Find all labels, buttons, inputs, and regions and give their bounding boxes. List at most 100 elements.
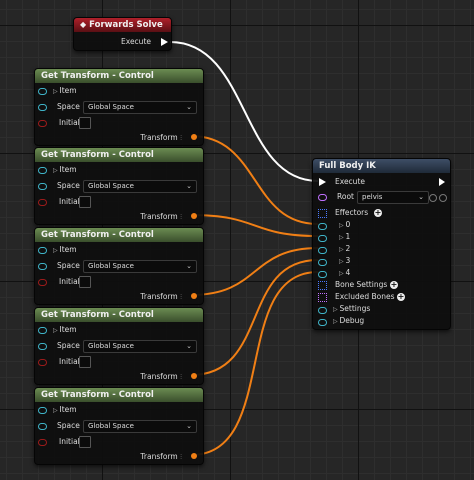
space-dropdown[interactable]: Global Space ⌄ bbox=[83, 340, 197, 353]
full-body-ik-title[interactable]: Full Body IK bbox=[313, 159, 450, 173]
transform-output-pin[interactable] bbox=[191, 453, 197, 459]
effector-4-pin[interactable] bbox=[318, 271, 327, 278]
transform-output-pin[interactable] bbox=[191, 293, 197, 299]
bone-settings-label: Bone Settings bbox=[335, 280, 388, 289]
execute-input-pin[interactable] bbox=[319, 178, 326, 186]
initial-pin[interactable] bbox=[38, 199, 47, 206]
space-dropdown[interactable]: Global Space ⌄ bbox=[83, 180, 197, 193]
effector-1-pin[interactable] bbox=[318, 235, 327, 242]
node-title[interactable]: Get Transform - Control bbox=[35, 69, 203, 83]
initial-label: Initial bbox=[59, 118, 80, 127]
get-transform-node-1[interactable]: Get Transform - Control ▷ Item Space Glo… bbox=[34, 147, 204, 225]
transform-label: Transform ⫶ bbox=[140, 212, 182, 221]
effector-4-label: ▷ 4 bbox=[339, 268, 351, 277]
search-icon[interactable] bbox=[439, 194, 447, 202]
root-label: Root bbox=[337, 192, 354, 201]
item-pin[interactable] bbox=[38, 88, 47, 95]
space-pin[interactable] bbox=[38, 423, 47, 430]
initial-label: Initial bbox=[59, 197, 80, 206]
chevron-down-icon: ⌄ bbox=[186, 262, 192, 270]
node-title[interactable]: Get Transform - Control bbox=[35, 228, 203, 242]
transform-wire-3 bbox=[190, 259, 319, 376]
execute-output-pin[interactable] bbox=[439, 178, 445, 186]
execute-output-pin[interactable] bbox=[161, 38, 168, 46]
chevron-down-icon: ⌄ bbox=[186, 103, 192, 111]
effectors-label: Effectors bbox=[335, 208, 369, 217]
full-body-ik-node[interactable]: Full Body IK Execute Root pelvis ⌄ Effect… bbox=[312, 158, 451, 330]
initial-label: Initial bbox=[59, 357, 80, 366]
execute-label: Execute bbox=[335, 177, 365, 186]
effector-2-pin[interactable] bbox=[318, 247, 327, 254]
add-bone-setting-button[interactable]: + bbox=[390, 281, 398, 289]
item-label: ▷ Item bbox=[53, 325, 77, 334]
initial-pin[interactable] bbox=[38, 439, 47, 446]
initial-checkbox[interactable] bbox=[79, 356, 91, 368]
effector-0-pin[interactable] bbox=[318, 223, 327, 230]
space-pin[interactable] bbox=[38, 183, 47, 190]
settings-label: ▷ Settings bbox=[333, 304, 371, 313]
get-transform-node-3[interactable]: Get Transform - Control ▷ Item Space Glo… bbox=[34, 307, 204, 385]
item-pin[interactable] bbox=[38, 167, 47, 174]
initial-checkbox[interactable] bbox=[79, 117, 91, 129]
transform-label: Transform ⫶ bbox=[140, 292, 182, 301]
space-label: Space bbox=[57, 102, 80, 111]
root-dropdown[interactable]: pelvis ⌄ bbox=[357, 191, 429, 204]
item-label: ▷ Item bbox=[53, 86, 77, 95]
get-transform-node-0[interactable]: Get Transform - Control ▷ Item Space Glo… bbox=[34, 68, 204, 146]
space-label: Space bbox=[57, 181, 80, 190]
space-pin[interactable] bbox=[38, 263, 47, 270]
get-transform-node-2[interactable]: Get Transform - Control ▷ Item Space Glo… bbox=[34, 227, 204, 305]
initial-pin[interactable] bbox=[38, 359, 47, 366]
effector-2-label: ▷ 2 bbox=[339, 244, 351, 253]
space-dropdown[interactable]: Global Space ⌄ bbox=[83, 101, 197, 114]
space-label: Space bbox=[57, 261, 80, 270]
item-label: ▷ Item bbox=[53, 165, 77, 174]
bone-settings-array-icon[interactable] bbox=[318, 281, 327, 290]
transform-output-pin[interactable] bbox=[191, 213, 197, 219]
initial-checkbox[interactable] bbox=[79, 196, 91, 208]
transform-wire-1 bbox=[190, 214, 319, 237]
browse-icon[interactable] bbox=[429, 194, 437, 202]
space-dropdown[interactable]: Global Space ⌄ bbox=[83, 420, 197, 433]
node-title[interactable]: Get Transform - Control bbox=[35, 148, 203, 162]
space-pin[interactable] bbox=[38, 343, 47, 350]
settings-pin[interactable] bbox=[318, 307, 327, 314]
execute-label: Execute bbox=[121, 37, 151, 46]
transform-label: Transform ⫶ bbox=[140, 372, 182, 381]
chevron-down-icon: ⌄ bbox=[186, 342, 192, 350]
diamond-icon: ◆ bbox=[80, 20, 87, 29]
add-excluded-bone-button[interactable]: + bbox=[397, 293, 405, 301]
forwards-solve-title: Forwards Solve bbox=[89, 20, 163, 30]
item-pin[interactable] bbox=[38, 327, 47, 334]
debug-pin[interactable] bbox=[318, 319, 327, 326]
excluded-bones-array-icon[interactable] bbox=[318, 293, 327, 302]
item-label: ▷ Item bbox=[53, 245, 77, 254]
node-title[interactable]: Get Transform - Control bbox=[35, 388, 203, 402]
item-label: ▷ Item bbox=[53, 405, 77, 414]
forwards-solve-header[interactable]: ◆ Forwards Solve bbox=[74, 18, 171, 32]
transform-label: Transform ⫶ bbox=[140, 452, 182, 461]
initial-label: Initial bbox=[59, 437, 80, 446]
item-pin[interactable] bbox=[38, 247, 47, 254]
effectors-array-icon[interactable] bbox=[318, 209, 327, 218]
get-transform-node-4[interactable]: Get Transform - Control ▷ Item Space Glo… bbox=[34, 387, 204, 465]
add-effector-button[interactable]: + bbox=[374, 209, 382, 217]
excluded-bones-label: Excluded Bones bbox=[335, 292, 395, 301]
chevron-down-icon: ⌄ bbox=[418, 193, 424, 201]
initial-checkbox[interactable] bbox=[79, 276, 91, 288]
effector-0-label: ▷ 0 bbox=[339, 220, 351, 229]
node-title[interactable]: Get Transform - Control bbox=[35, 308, 203, 322]
root-pin[interactable] bbox=[318, 194, 327, 201]
space-dropdown[interactable]: Global Space ⌄ bbox=[83, 260, 197, 273]
initial-checkbox[interactable] bbox=[79, 436, 91, 448]
forwards-solve-node[interactable]: ◆ Forwards Solve Execute bbox=[73, 17, 172, 51]
effector-3-label: ▷ 3 bbox=[339, 256, 351, 265]
effector-3-pin[interactable] bbox=[318, 259, 327, 266]
initial-pin[interactable] bbox=[38, 279, 47, 286]
initial-pin[interactable] bbox=[38, 120, 47, 127]
transform-output-pin[interactable] bbox=[191, 373, 197, 379]
transform-output-pin[interactable] bbox=[191, 134, 197, 140]
space-pin[interactable] bbox=[38, 104, 47, 111]
item-pin[interactable] bbox=[38, 407, 47, 414]
initial-label: Initial bbox=[59, 277, 80, 286]
